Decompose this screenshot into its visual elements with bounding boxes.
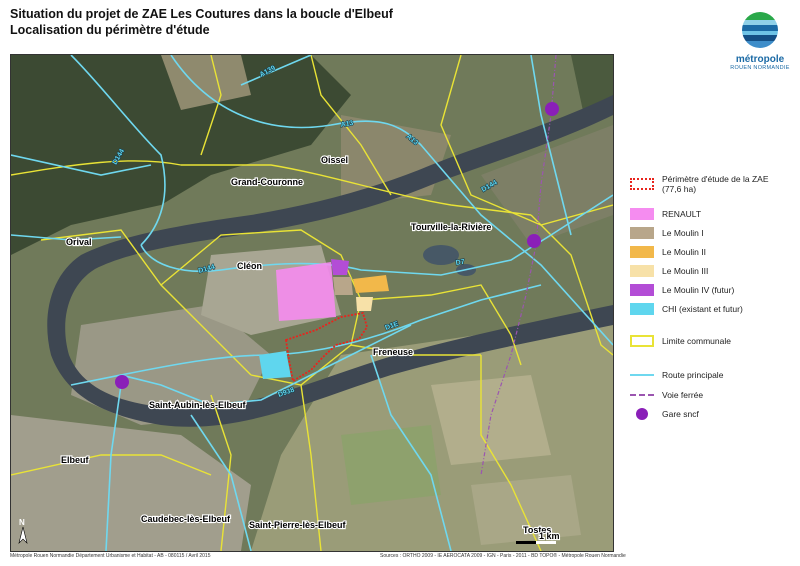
aerial-map: Oissel Grand-Couronne Orival Cléon Tourv… [10, 54, 614, 552]
place-oissel: Oissel [321, 155, 348, 165]
station-oissel [545, 102, 559, 116]
place-tourville: Tourville-la-Rivière [411, 222, 491, 232]
legend-swatch-moulin-ii [630, 246, 654, 258]
footer-sources: Sources : ORTHO 2009 - IE AEROCATA 2009 … [380, 553, 626, 559]
station-elbeuf [115, 375, 129, 389]
legend-swatch-commune [630, 335, 654, 347]
place-caudebec: Caudebec-lès-Elbeuf [141, 514, 231, 524]
legend-item-station: Gare sncf [630, 408, 699, 420]
legend-label-chi: CHI (existant et futur) [662, 304, 743, 314]
legend-swatch-moulin-iii [630, 265, 654, 277]
metropole-logo: métropole ROUEN NORMANDIE [726, 10, 794, 71]
metropole-logo-icon [742, 12, 778, 48]
place-saint-aubin: Saint-Aubin-lès-Elbeuf [149, 400, 247, 410]
legend-item-road: Route principale [630, 370, 723, 380]
legend-label-moulin-i: Le Moulin I [662, 228, 704, 238]
legend-item-rail: Voie ferrée [630, 390, 703, 400]
title-line-2: Localisation du périmètre d'étude [10, 23, 210, 37]
legend-label-moulin-iv: Le Moulin IV (futur) [662, 285, 735, 295]
place-saint-pierre: Saint-Pierre-lès-Elbeuf [249, 520, 347, 530]
zone-renault [276, 262, 336, 321]
north-label: N [19, 518, 25, 527]
zone-chi [259, 351, 291, 379]
scale-label: 1 km [539, 531, 560, 541]
station-dot-icon [636, 408, 648, 420]
legend-item-perimeter: Périmètre d'étude de la ZAE (77,6 ha) [630, 174, 787, 194]
road-label-d7: D7 [455, 259, 465, 267]
map-title: Situation du projet de ZAE Les Coutures … [10, 6, 393, 38]
legend-swatch-chi [630, 303, 654, 315]
legend-item-moulin-iii: Le Moulin III [630, 265, 708, 277]
legend-item-moulin-ii: Le Moulin II [630, 246, 706, 258]
zone-moulin-i [333, 277, 353, 295]
legend-swatch-perimeter [630, 178, 654, 190]
logo-sub: ROUEN NORMANDIE [730, 65, 790, 71]
place-cleon: Cléon [237, 261, 262, 271]
legend-label-moulin-iii: Le Moulin III [662, 266, 709, 276]
legend-swatch-road [630, 374, 654, 376]
map-svg: Oissel Grand-Couronne Orival Cléon Tourv… [11, 55, 613, 551]
legend-label-renault: RENAULT [662, 209, 702, 219]
zone-moulin-iii [356, 297, 373, 311]
legend-item-chi: CHI (existant et futur) [630, 303, 743, 315]
legend-swatch-rail [630, 394, 654, 396]
logo-name: métropole [735, 54, 785, 65]
legend-label-road: Route principale [662, 370, 724, 380]
legend-swatch-moulin-i [630, 227, 654, 239]
place-grand-couronne: Grand-Couronne [231, 177, 303, 187]
scale-bar [516, 541, 556, 544]
legend-label-rail: Voie ferrée [662, 390, 704, 400]
legend-swatch-station [630, 408, 654, 420]
station-tourville [527, 234, 541, 248]
legend-label-moulin-ii: Le Moulin II [662, 247, 706, 257]
legend-label-station: Gare sncf [662, 409, 699, 419]
legend-label-perimeter: Périmètre d'étude de la ZAE (77,6 ha) [662, 174, 769, 194]
place-freneuse: Freneuse [373, 347, 413, 357]
place-elbeuf: Elbeuf [61, 455, 90, 465]
legend-swatch-moulin-iv [630, 284, 654, 296]
title-line-1: Situation du projet de ZAE Les Coutures … [10, 7, 393, 21]
legend-label-commune: Limite communale [662, 336, 731, 346]
legend-item-renault: RENAULT [630, 208, 701, 220]
footer-credits: Métropole Rouen Normandie Département Ur… [10, 553, 211, 559]
place-orival: Orival [66, 237, 92, 247]
legend-item-moulin-iv: Le Moulin IV (futur) [630, 284, 734, 296]
legend-item-commune: Limite communale [630, 335, 731, 347]
lake-1 [423, 245, 459, 265]
zone-moulin-iv [331, 259, 349, 275]
legend-swatch-renault [630, 208, 654, 220]
field-patch-2 [341, 425, 441, 505]
legend-item-moulin-i: Le Moulin I [630, 227, 704, 239]
